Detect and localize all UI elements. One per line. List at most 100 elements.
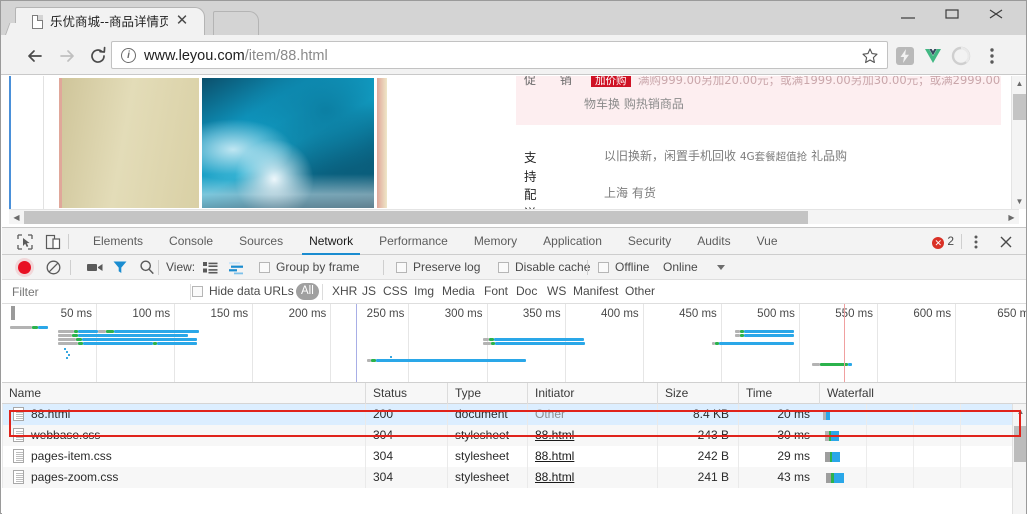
filter-type-js[interactable]: JS xyxy=(362,284,376,298)
table-vertical-scrollbar[interactable]: ▲ xyxy=(1012,404,1026,514)
overview-bar-segment xyxy=(157,342,197,345)
address-bar[interactable]: i www.leyou.com/item/88.html xyxy=(111,41,888,69)
filter-type-xhr[interactable]: XHR xyxy=(332,284,357,298)
tab-close-icon[interactable]: ✕ xyxy=(174,13,190,29)
filter-type-manifest[interactable]: Manifest xyxy=(573,284,618,298)
devtools-more-options-icon[interactable] xyxy=(968,233,984,251)
filter-type-img[interactable]: Img xyxy=(414,284,434,298)
scroll-left-icon[interactable]: ◀ xyxy=(9,210,24,225)
back-icon[interactable] xyxy=(24,45,46,67)
column-header-status[interactable]: Status xyxy=(365,383,447,404)
network-overview-timeline[interactable]: 50 ms 100 ms 150 ms 200 ms 250 ms 300 ms 350 m… xyxy=(2,304,1026,383)
hide-data-urls-checkbox[interactable] xyxy=(192,286,203,297)
close-window-button[interactable] xyxy=(974,1,1018,27)
scroll-down-icon[interactable]: ▼ xyxy=(1012,194,1027,209)
table-scroll-up-icon[interactable]: ▲ xyxy=(1013,404,1027,419)
bookmark-star-icon[interactable] xyxy=(861,47,879,65)
product-image-gold-phone[interactable] xyxy=(59,78,199,208)
table-row[interactable]: pages-zoom.css 304 stylesheet 88.html 241 B4… xyxy=(2,467,1026,488)
table-row[interactable]: 88.html 200 document Other 8.4 KB 20 ms xyxy=(2,404,1026,425)
search-icon[interactable] xyxy=(139,259,155,276)
shipping-value: 上海 有货 xyxy=(604,186,656,200)
devtools-tab-vue[interactable]: Vue xyxy=(744,228,791,255)
offline-checkbox[interactable] xyxy=(598,262,609,273)
devtools-tab-sources[interactable]: Sources xyxy=(226,228,296,255)
overview-bar-segment xyxy=(58,334,72,337)
devtools-tab-security[interactable]: Security xyxy=(615,228,684,255)
devtools-tab-memory[interactable]: Memory xyxy=(461,228,530,255)
record-button[interactable] xyxy=(18,261,31,274)
scroll-up-icon[interactable]: ▲ xyxy=(1012,76,1027,91)
column-header-name[interactable]: Name xyxy=(2,383,365,404)
cell-type: stylesheet xyxy=(447,446,527,467)
site-info-icon[interactable]: i xyxy=(121,48,136,63)
column-header-initiator[interactable]: Initiator xyxy=(527,383,657,404)
page-horizontal-scrollbar[interactable]: ◀ ▶ xyxy=(9,209,1019,224)
cell-size: 241 B xyxy=(657,467,738,488)
devtools-tab-network[interactable]: Network xyxy=(296,228,366,255)
filter-separator xyxy=(190,284,191,300)
overview-bar-segment xyxy=(812,363,820,366)
waterfall-gridline xyxy=(866,404,867,425)
forward-icon[interactable] xyxy=(56,45,78,67)
filter-icon[interactable] xyxy=(112,259,128,276)
table-row[interactable]: pages-item.css 304 stylesheet 88.html 242 B2… xyxy=(2,446,1026,467)
product-image-partial[interactable] xyxy=(377,78,387,208)
disable-cache-checkbox[interactable] xyxy=(498,262,509,273)
column-header-type[interactable]: Type xyxy=(447,383,527,404)
minimize-button[interactable] xyxy=(886,1,930,27)
hide-data-urls-label: Hide data URLs xyxy=(209,284,294,298)
camera-icon[interactable] xyxy=(86,259,104,276)
list-view-icon[interactable] xyxy=(202,259,218,276)
initiator-link[interactable]: 88.html xyxy=(535,470,574,484)
devtools-tab-performance[interactable]: Performance xyxy=(366,228,461,255)
device-toolbar-icon[interactable] xyxy=(44,233,62,251)
page-vscroll-thumb[interactable] xyxy=(1013,94,1026,120)
column-header-size[interactable]: Size xyxy=(657,383,738,404)
scroll-right-icon[interactable]: ▶ xyxy=(1004,210,1019,225)
chrome-menu-icon[interactable] xyxy=(982,45,1002,67)
waterfall-view-icon[interactable] xyxy=(228,259,246,276)
devtools-tab-elements[interactable]: Elements xyxy=(80,228,156,255)
devtools-tab-audits[interactable]: Audits xyxy=(684,228,743,255)
page-vertical-scrollbar[interactable]: ▲ ▼ xyxy=(1011,76,1026,209)
filter-type-font[interactable]: Font xyxy=(484,284,508,298)
filter-type-other[interactable]: Other xyxy=(625,284,655,298)
preserve-log-checkbox[interactable] xyxy=(396,262,407,273)
clear-button[interactable] xyxy=(46,260,61,275)
reload-icon[interactable] xyxy=(87,45,109,67)
column-header-waterfall[interactable]: Waterfall xyxy=(819,383,1012,404)
maximize-button[interactable] xyxy=(930,1,974,27)
cell-initiator[interactable]: 88.html xyxy=(527,467,657,488)
initiator-link[interactable]: 88.html xyxy=(535,449,574,463)
filter-type-doc[interactable]: Doc xyxy=(516,284,537,298)
product-image-ice-cave[interactable] xyxy=(202,78,374,208)
filter-type-all[interactable]: All xyxy=(296,283,319,300)
toolbar-separator-2 xyxy=(961,234,962,249)
throttling-select[interactable]: Online xyxy=(663,260,698,274)
inspect-element-icon[interactable] xyxy=(16,233,34,251)
cell-initiator[interactable]: 88.html xyxy=(527,425,657,446)
filter-type-ws[interactable]: WS xyxy=(547,284,566,298)
filter-type-media[interactable]: Media xyxy=(442,284,475,298)
devtools-tab-application[interactable]: Application xyxy=(530,228,615,255)
vue-devtools-icon[interactable] xyxy=(922,45,944,67)
bolt-extension-icon[interactable] xyxy=(894,45,916,67)
filter-type-css[interactable]: CSS xyxy=(383,284,408,298)
initiator-link[interactable]: 88.html xyxy=(535,428,574,442)
filter-input[interactable] xyxy=(12,284,182,300)
close-devtools-icon[interactable] xyxy=(998,233,1014,251)
error-count-badge[interactable]: ✕ 2 xyxy=(932,234,954,250)
circle-extension-icon[interactable] xyxy=(950,45,972,67)
cell-type: stylesheet xyxy=(447,467,527,488)
table-vscroll-thumb[interactable] xyxy=(1014,426,1026,462)
devtools-tab-console[interactable]: Console xyxy=(156,228,226,255)
table-row[interactable]: webbase.css 304 stylesheet 88.html 243 B 30 m… xyxy=(2,425,1026,446)
browser-tab[interactable]: 乐优商城--商品详情页 ✕ xyxy=(15,7,205,35)
cell-initiator[interactable]: 88.html xyxy=(527,446,657,467)
group-by-frame-checkbox[interactable] xyxy=(259,262,270,273)
page-hscroll-thumb[interactable] xyxy=(24,211,808,224)
new-tab-button[interactable] xyxy=(213,11,259,35)
chevron-down-icon[interactable] xyxy=(717,265,725,270)
column-header-time[interactable]: Time xyxy=(738,383,819,404)
